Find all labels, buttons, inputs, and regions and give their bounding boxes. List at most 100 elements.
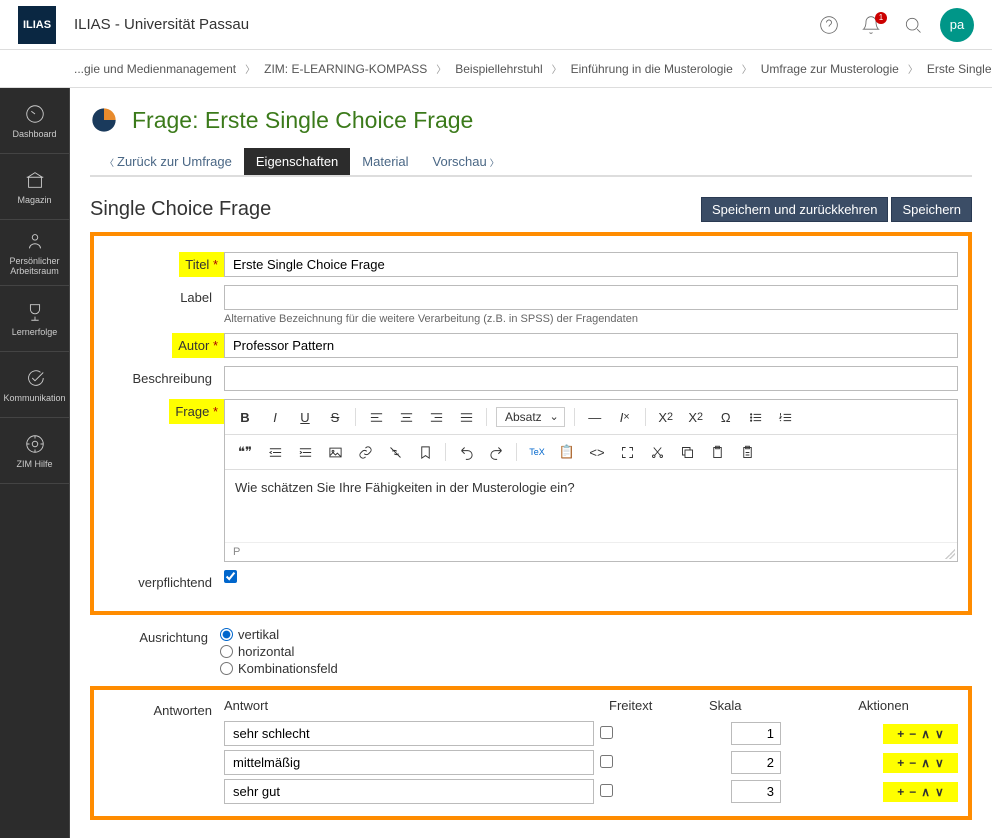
paste-text-icon[interactable]	[733, 439, 761, 465]
mandatory-checkbox[interactable]	[224, 570, 237, 583]
bell-icon[interactable]: 1	[854, 8, 888, 42]
move-down-icon: ∨	[935, 727, 944, 741]
label-input[interactable]	[224, 285, 958, 310]
paragraph-select[interactable]: Absatz	[496, 407, 565, 427]
sidebar-item-help[interactable]: ZIM Hilfe	[0, 418, 69, 484]
title-input[interactable]	[224, 252, 958, 277]
align-center-icon[interactable]	[392, 404, 420, 430]
cut-icon[interactable]	[643, 439, 671, 465]
search-icon[interactable]	[896, 8, 930, 42]
ilias-logo[interactable]: ILIAS	[18, 6, 56, 44]
answer-actions[interactable]: +−∧∨	[883, 724, 958, 744]
hr-icon[interactable]: —	[581, 404, 609, 430]
orientation-combo[interactable]: Kombinationsfeld	[220, 661, 962, 676]
omega-icon[interactable]: Ω	[712, 404, 740, 430]
answer-row: +−∧∨	[224, 750, 958, 775]
outdent-icon[interactable]	[261, 439, 289, 465]
answer-scale-input[interactable]	[731, 722, 781, 745]
indent-icon[interactable]	[291, 439, 319, 465]
chevron-right-icon: 〉	[908, 61, 918, 76]
question-label: Frage *	[169, 399, 224, 424]
answer-actions[interactable]: +−∧∨	[883, 753, 958, 773]
tex-icon[interactable]: TeX	[523, 439, 551, 465]
col-answer: Antwort	[224, 698, 609, 713]
tab-properties[interactable]: Eigenschaften	[244, 148, 350, 175]
save-button[interactable]: Speichern	[891, 197, 972, 222]
answer-scale-input[interactable]	[731, 751, 781, 774]
copy-icon[interactable]	[673, 439, 701, 465]
answer-text-input[interactable]	[224, 721, 594, 746]
page-title: Frage: Erste Single Choice Frage	[132, 107, 473, 134]
save-and-return-button[interactable]: Speichern und zurückkehren	[701, 197, 889, 222]
author-input[interactable]	[224, 333, 958, 358]
bold-icon[interactable]: B	[231, 404, 259, 430]
move-down-icon: ∨	[935, 785, 944, 799]
align-justify-icon[interactable]	[452, 404, 480, 430]
answer-actions[interactable]: +−∧∨	[883, 782, 958, 802]
editor-toolbar-2: ❝❞ TeX 📋	[225, 435, 957, 470]
source-icon[interactable]: <>	[583, 439, 611, 465]
chevron-right-icon: 〉	[742, 61, 752, 76]
tab-back[interactable]: 〈Zurück zur Umfrage	[90, 148, 244, 175]
fullscreen-icon[interactable]	[613, 439, 641, 465]
add-icon: +	[897, 727, 904, 741]
mandatory-label: verpflichtend	[104, 570, 224, 595]
help-icon[interactable]	[812, 8, 846, 42]
chevron-left-icon: 〈	[105, 158, 114, 168]
tab-material[interactable]: Material	[350, 148, 420, 175]
link-icon[interactable]	[351, 439, 379, 465]
unlink-icon[interactable]	[381, 439, 409, 465]
breadcrumb-item[interactable]: ...gie und Medienmanagement	[74, 62, 236, 76]
orientation-vertical[interactable]: vertikal	[220, 627, 962, 642]
remove-icon: −	[909, 756, 916, 770]
underline-icon[interactable]: U	[291, 404, 319, 430]
sidebar-item-achievements[interactable]: Lernerfolge	[0, 286, 69, 352]
add-icon: +	[897, 756, 904, 770]
question-type-icon	[90, 106, 118, 134]
paste-word-icon[interactable]: 📋	[553, 439, 581, 465]
editor-path: P	[225, 542, 957, 561]
answer-freetext-checkbox[interactable]	[600, 726, 613, 739]
sidebar-item-communication[interactable]: Kommunikation	[0, 352, 69, 418]
superscript-icon[interactable]: X2	[682, 404, 710, 430]
answer-text-input[interactable]	[224, 750, 594, 775]
numbered-list-icon[interactable]	[772, 404, 800, 430]
tab-preview[interactable]: Vorschau〉	[421, 148, 514, 175]
answer-scale-input[interactable]	[731, 780, 781, 803]
answer-text-input[interactable]	[224, 779, 594, 804]
editor-content[interactable]: Wie schätzen Sie Ihre Fähigkeiten in der…	[225, 470, 957, 542]
breadcrumb-item[interactable]: Beispiellehrstuhl	[455, 62, 542, 76]
bulleted-list-icon[interactable]	[742, 404, 770, 430]
answer-freetext-checkbox[interactable]	[600, 755, 613, 768]
editor-toolbar: B I U S Absatz —	[225, 400, 957, 435]
sidebar-item-dashboard[interactable]: Dashboard	[0, 88, 69, 154]
align-left-icon[interactable]	[362, 404, 390, 430]
undo-icon[interactable]	[452, 439, 480, 465]
clear-format-icon[interactable]: I×	[611, 404, 639, 430]
breadcrumb: ...gie und Medienmanagement 〉 ZIM: E-LEAR…	[0, 50, 992, 88]
paste-icon[interactable]	[703, 439, 731, 465]
rich-text-editor: B I U S Absatz —	[224, 399, 958, 562]
answer-freetext-checkbox[interactable]	[600, 784, 613, 797]
move-up-icon: ∧	[921, 785, 930, 799]
orientation-horizontal[interactable]: horizontal	[220, 644, 962, 659]
subscript-icon[interactable]: X2	[652, 404, 680, 430]
breadcrumb-item[interactable]: ZIM: E-LEARNING-KOMPASS	[264, 62, 427, 76]
avatar[interactable]: pa	[940, 8, 974, 42]
sidebar-item-magazin[interactable]: Magazin	[0, 154, 69, 220]
redo-icon[interactable]	[482, 439, 510, 465]
breadcrumb-item[interactable]: Einführung in die Musterologie	[571, 62, 733, 76]
italic-icon[interactable]: I	[261, 404, 289, 430]
site-title: ILIAS - Universität Passau	[74, 16, 249, 33]
quote-icon[interactable]: ❝❞	[231, 439, 259, 465]
col-actions: Aktionen	[809, 698, 958, 713]
breadcrumb-item[interactable]: Erste Single Choice Frage	[927, 62, 992, 76]
align-right-icon[interactable]	[422, 404, 450, 430]
sidebar-item-workspace[interactable]: Persönlicher Arbeitsraum	[0, 220, 69, 286]
breadcrumb-item[interactable]: Umfrage zur Musterologie	[761, 62, 899, 76]
image-icon[interactable]	[321, 439, 349, 465]
bookmark-icon[interactable]	[411, 439, 439, 465]
tabs: 〈Zurück zur Umfrage Eigenschaften Materi…	[90, 148, 972, 177]
description-input[interactable]	[224, 366, 958, 391]
strike-icon[interactable]: S	[321, 404, 349, 430]
